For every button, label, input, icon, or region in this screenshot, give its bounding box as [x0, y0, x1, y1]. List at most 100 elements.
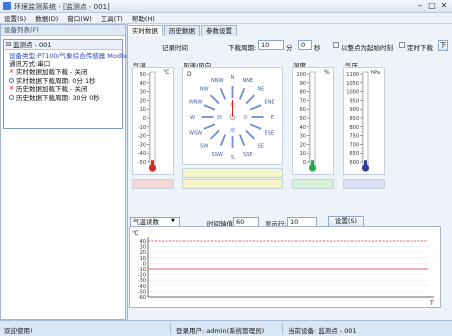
scale-tick-label: -50 — [138, 160, 146, 166]
close-x-icon: ✕ — [9, 68, 15, 75]
device-list-header: 设备列表(F) — [1, 25, 125, 36]
menu-bar: 设置(S) 数据(D) 窗口(W) 工具(T) 帮助(H) — [0, 13, 452, 24]
scale-tick-label: 10 — [140, 107, 146, 113]
compass-direction-label: NNE — [242, 78, 253, 84]
controls-row: 记录时间 下载周期: 10 分 0 秒 以整点为起始时刻 定时下载 下 — [130, 40, 450, 52]
close-icon[interactable]: ✕ — [438, 1, 450, 11]
humidity-unit: % — [324, 69, 330, 76]
scale-tick-label: 1000 — [346, 90, 359, 96]
chart-ylabel: ℃ — [132, 230, 139, 237]
humidity-thermometer-svg: 1009080706050403020100 % — [296, 69, 330, 172]
device-group-title[interactable]: ⊟ 监测点 - 001 — [4, 40, 122, 50]
humidity-value-box — [292, 179, 334, 189]
period-second-input[interactable]: 0 — [298, 40, 312, 50]
compass-inner-label: 南 — [230, 127, 235, 134]
hour-start-checkbox[interactable] — [333, 42, 339, 48]
list-item[interactable]: ✕ 实时数据加载下载 - 关闭 — [4, 68, 122, 77]
chart-y-ticks: 403020100-10-20-30-40-50-60 — [138, 239, 146, 301]
pressure-gauge: 1100 1050 1000 950 900 850 800 750 700 650 600 hPa — [343, 67, 385, 175]
device-name: 监测点 - 001 — [13, 40, 52, 49]
scale-tick-label: 80 — [300, 90, 306, 96]
compass-spoke — [209, 129, 220, 140]
app-icon — [3, 2, 11, 10]
compass-direction-label: SSW — [212, 152, 223, 158]
tab-bar: 实时数据 历史数据 参数设置 — [127, 25, 238, 36]
scale-tick-label: 70 — [300, 98, 306, 104]
wind-dir-box — [182, 179, 283, 189]
tab-params[interactable]: 参数设置 — [201, 25, 237, 36]
list-item[interactable]: 实时数据下载周期: 0分 1秒 — [4, 77, 122, 86]
device-group[interactable]: ⊟ 监测点 - 001 设备类型:PT100/气象综合传感器 Modbus 通讯… — [3, 39, 133, 129]
scale-tick-label: 30 — [140, 90, 146, 96]
temp-gauge: 50 40 30 20 10 0 -10 -20 -30 -40 -50 ℃ — [132, 67, 174, 175]
scale-tick-label: 50 — [140, 72, 146, 78]
scale-tick-label: 0 — [143, 116, 146, 122]
compass-spoke — [245, 129, 256, 140]
temp-scale: 50 40 30 20 10 0 -10 -20 -30 -40 -50 — [138, 72, 150, 166]
pressure-value-box — [343, 179, 385, 189]
pressure-bulb — [361, 164, 370, 172]
device-type-line: 设备类型:PT100/气象综合传感器 Modbus — [9, 52, 133, 60]
tab-history[interactable]: 历史数据 — [164, 25, 200, 36]
pressure-unit: hPa — [371, 70, 380, 76]
compass-spoke — [219, 134, 227, 146]
window-title: 环境监测系统 - [监测点 - 001] — [14, 3, 110, 11]
download-button[interactable]: 下 — [438, 40, 448, 51]
scale-tick-label: 750 — [349, 134, 359, 140]
scale-tick-label: 600 — [349, 160, 359, 166]
scale-tick-label: 10 — [300, 151, 306, 157]
minute-unit: 分 — [286, 44, 293, 52]
compass-spoke — [209, 94, 220, 105]
menu-data[interactable]: 数据(D) — [35, 13, 58, 23]
comm-mode-line: 通讯方式:串口 — [9, 60, 51, 68]
menu-tools[interactable]: 工具(T) — [101, 13, 123, 23]
minimize-icon[interactable]: ‒ — [414, 1, 426, 11]
wind-gauge: D NNNENEENEEESESESSESSSWSWWSWWWNWNWNNW北东… — [182, 67, 283, 165]
scale-tick-label: 950 — [349, 98, 359, 104]
scale-tick-label: 900 — [349, 107, 359, 113]
list-item[interactable]: 历史数据下载周期: 30分 0秒 — [4, 94, 122, 103]
timed-download-label: 定时下载 — [407, 44, 433, 52]
compass-direction-label: SSE — [243, 152, 253, 158]
scale-tick-label: 1050 — [346, 81, 359, 87]
scale-tick-label: 20 — [300, 142, 306, 148]
compass-spoke — [249, 123, 262, 130]
compass-spoke — [238, 134, 246, 146]
compass-spoke — [203, 123, 216, 130]
wind-compass-svg: D NNNENEENEEESESESSESSSWSWWSWWWNWNWNNW北东… — [187, 71, 274, 161]
status-device: 当前设备: 监测点 - 001 — [288, 327, 357, 335]
device-list-panel: 设备列表(F) ⊟ 监测点 - 001 设备类型:PT100/气象综合传感器 M… — [0, 24, 133, 320]
scale-tick-label: 1100 — [346, 72, 359, 78]
compass-direction-label: SW — [200, 143, 208, 149]
scale-tick-label: 40 — [300, 125, 306, 131]
clock-icon — [9, 78, 14, 84]
status-divider — [282, 323, 283, 334]
compass-direction-label: ENE — [264, 100, 274, 106]
compass-direction-label: WSW — [189, 130, 202, 136]
menu-settings[interactable]: 设置(S) — [4, 13, 26, 23]
list-item-label: 历史数据加载下载 - 关闭 — [16, 85, 88, 93]
scale-tick-label: 60 — [300, 107, 306, 113]
clock-icon — [9, 95, 14, 101]
list-item-label: 实时数据下载周期: 0分 1秒 — [16, 76, 96, 85]
compass-direction-label: NW — [200, 87, 209, 93]
title-bar: 环境监测系统 - [监测点 - 001] ‒ □ ✕ — [0, 0, 452, 13]
tab-realtime[interactable]: 实时数据 — [127, 25, 163, 36]
second-unit: 秒 — [314, 44, 321, 52]
chevron-down-icon[interactable]: ▼ — [171, 218, 175, 224]
trend-chart: ℃ T 40 30 20 10 0 -10 -20 -30 -40 -50 -60 — [129, 226, 441, 308]
scale-tick-label: 0 — [303, 160, 306, 166]
compass-direction-label: NE — [257, 87, 264, 93]
menu-help[interactable]: 帮助(H) — [132, 13, 155, 23]
list-item[interactable]: ✕ 历史数据加载下载 - 关闭 — [4, 85, 122, 94]
timed-download-checkbox[interactable] — [399, 42, 405, 48]
maximize-icon[interactable]: □ — [426, 1, 438, 11]
pressure-thermometer-svg: 1100 1050 1000 950 900 850 800 750 700 650 600 hPa — [346, 70, 380, 172]
period-minute-input[interactable]: 10 — [258, 40, 284, 50]
status-divider — [170, 323, 171, 334]
menu-window[interactable]: 窗口(W) — [67, 13, 92, 23]
temp-bulb — [148, 164, 157, 172]
list-item-label: 历史数据下载周期: 30分 0秒 — [16, 93, 100, 102]
collapse-icon[interactable]: ⊟ — [6, 40, 11, 50]
hour-start-label: 以整点为起始时刻 — [341, 44, 393, 52]
